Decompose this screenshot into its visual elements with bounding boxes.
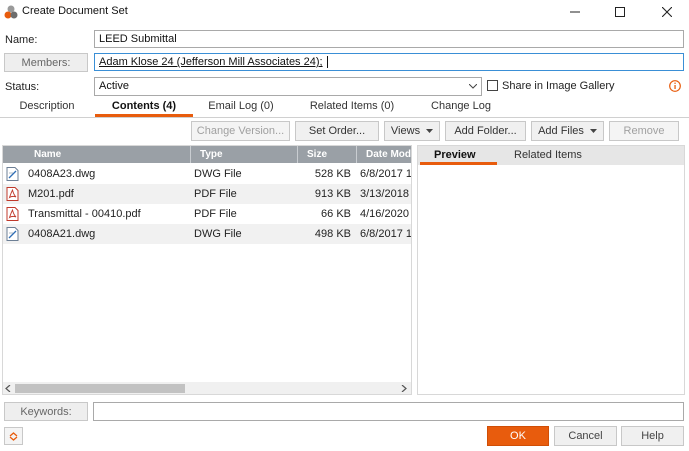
members-value: Adam Klose 24 (Jefferson Mill Associates… — [99, 56, 323, 68]
minimize-icon — [570, 11, 580, 13]
window-title: Create Document Set — [22, 5, 128, 17]
maximize-button[interactable] — [598, 0, 642, 24]
horizontal-scrollbar[interactable] — [3, 382, 411, 394]
set-order-button[interactable]: Set Order... — [295, 121, 379, 141]
table-row[interactable]: 0408A23.dwg DWG File 528 KB 6/8/2017 1 — [3, 164, 412, 184]
tab-related-items[interactable]: Related Items (0) — [292, 100, 412, 117]
tab-change-log[interactable]: Change Log — [413, 100, 509, 117]
file-type: DWG File — [194, 228, 242, 240]
options-button[interactable] — [4, 427, 23, 445]
file-date: 6/8/2017 1 — [360, 228, 412, 240]
chevron-down-icon — [469, 84, 477, 89]
cancel-button[interactable]: Cancel — [554, 426, 617, 446]
close-button[interactable] — [645, 0, 689, 24]
table-row[interactable]: Transmittal - 00410.pdf PDF File 66 KB 4… — [3, 204, 411, 224]
add-files-button[interactable]: Add Files — [531, 121, 604, 141]
column-header-name[interactable]: Name — [34, 146, 61, 163]
keywords-field[interactable] — [93, 402, 684, 421]
app-logo-icon — [4, 5, 18, 19]
views-label: Views — [390, 125, 421, 137]
file-size: 498 KB — [314, 228, 351, 240]
status-value: Active — [99, 80, 129, 92]
text-cursor — [326, 56, 331, 68]
table-row[interactable]: 0408A21.dwg DWG File 498 KB 6/8/2017 1 — [3, 224, 412, 244]
add-folder-button[interactable]: Add Folder... — [445, 121, 526, 141]
minimize-button[interactable] — [553, 0, 597, 24]
info-icon[interactable] — [669, 80, 681, 92]
members-button[interactable]: Members: — [4, 53, 88, 72]
tab-preview[interactable]: Preview — [434, 149, 476, 161]
scrollbar-thumb[interactable] — [15, 384, 185, 393]
active-tab-indicator — [420, 162, 497, 165]
share-label: Share in Image Gallery — [502, 80, 615, 92]
caret-down-icon — [589, 129, 597, 133]
close-icon — [662, 7, 672, 17]
dwg-file-icon — [6, 227, 19, 241]
column-separator[interactable] — [356, 146, 357, 163]
file-type: DWG File — [194, 168, 242, 180]
column-header-date-modified[interactable]: Date Mod — [366, 146, 411, 163]
file-type: PDF File — [194, 208, 237, 220]
file-name: 0408A23.dwg — [28, 168, 96, 180]
column-separator[interactable] — [190, 146, 191, 163]
maximize-icon — [615, 7, 625, 17]
pdf-file-icon — [6, 187, 19, 201]
tab-description[interactable]: Description — [4, 100, 90, 117]
file-date: 3/13/2018 — [360, 188, 409, 200]
file-name: 0408A21.dwg — [28, 228, 96, 240]
file-size: 528 KB — [314, 168, 351, 180]
tab-divider — [0, 117, 689, 118]
file-name: M201.pdf — [28, 188, 74, 200]
column-header-type[interactable]: Type — [200, 146, 223, 163]
tab-contents[interactable]: Contents (4) — [95, 100, 193, 117]
tab-preview-related-items[interactable]: Related Items — [514, 149, 582, 161]
title-bar: Create Document Set — [0, 0, 689, 24]
file-name: Transmittal - 00410.pdf — [28, 208, 141, 220]
help-button[interactable]: Help — [621, 426, 684, 446]
tab-email-log[interactable]: Email Log (0) — [197, 100, 285, 117]
scroll-right-icon[interactable] — [401, 385, 407, 392]
views-button[interactable]: Views — [384, 121, 440, 141]
members-field[interactable]: Adam Klose 24 (Jefferson Mill Associates… — [94, 53, 684, 71]
name-label: Name: — [5, 34, 38, 46]
sort-arrows-icon — [9, 431, 18, 441]
status-label: Status: — [5, 81, 40, 93]
file-size: 913 KB — [314, 188, 351, 200]
share-checkbox[interactable] — [487, 80, 498, 91]
column-header-size[interactable]: Size — [307, 146, 327, 163]
table-row[interactable]: M201.pdf PDF File 913 KB 3/13/2018 — [3, 184, 411, 204]
scroll-left-icon[interactable] — [5, 385, 11, 392]
caret-down-icon — [426, 129, 434, 133]
name-field[interactable]: LEED Submittal — [94, 30, 684, 48]
preview-panel: Preview Related Items — [417, 145, 685, 395]
file-size: 66 KB — [321, 208, 351, 220]
keywords-button[interactable]: Keywords: — [4, 402, 88, 421]
status-dropdown[interactable]: Active — [94, 77, 482, 96]
file-date: 4/16/2020 — [360, 208, 409, 220]
file-type: PDF File — [194, 188, 237, 200]
ok-button[interactable]: OK — [487, 426, 549, 446]
preview-tabs: Preview Related Items — [418, 146, 684, 165]
pdf-file-icon — [6, 207, 19, 221]
change-version-button[interactable]: Change Version... — [191, 121, 290, 141]
file-date: 6/8/2017 1 — [360, 168, 412, 180]
column-separator[interactable] — [297, 146, 298, 163]
table-header: Name Type Size Date Mod — [3, 146, 411, 163]
file-list[interactable]: Name Type Size Date Mod 0408A23.dwg DWG … — [2, 145, 412, 395]
dwg-file-icon — [6, 167, 19, 181]
remove-button[interactable]: Remove — [609, 121, 679, 141]
add-files-label: Add Files — [538, 125, 584, 137]
